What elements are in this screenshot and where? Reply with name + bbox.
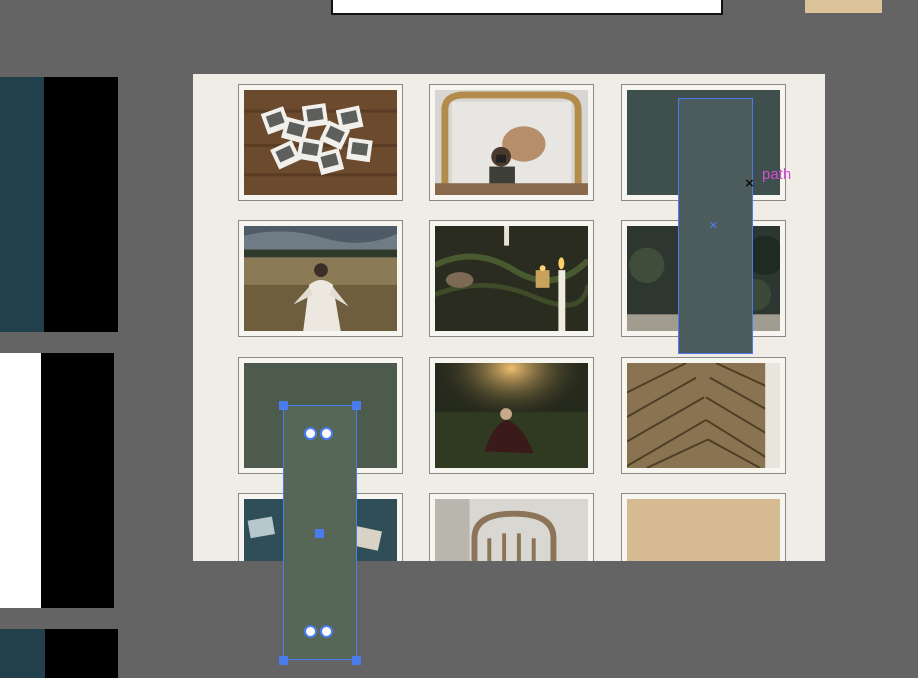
- tile-mirror[interactable]: [429, 84, 594, 201]
- tile-rattan[interactable]: [429, 493, 594, 561]
- corner-radius-handle-br[interactable]: [320, 625, 333, 638]
- corner-radius-handle-bl[interactable]: [304, 625, 317, 638]
- left-swatch-white-2[interactable]: [0, 353, 41, 608]
- left-swatch-black-2[interactable]: [41, 353, 114, 608]
- polaroids-on-wood-photo[interactable]: [244, 90, 397, 195]
- resize-handle-top-right[interactable]: [352, 401, 361, 410]
- resize-handle-top-left[interactable]: [279, 401, 288, 410]
- left-swatch-teal-3[interactable]: [0, 629, 45, 678]
- left-swatch-teal-1[interactable]: [0, 77, 44, 332]
- tan-swatch-top[interactable]: [805, 0, 882, 13]
- left-swatch-black-1[interactable]: [44, 77, 118, 332]
- woman-in-field-photo[interactable]: [244, 226, 397, 331]
- corner-radius-handle-tl[interactable]: [304, 427, 317, 440]
- corner-radius-handle-tr[interactable]: [320, 427, 333, 440]
- tile-sunset[interactable]: [429, 357, 594, 474]
- resize-handle-bottom-right[interactable]: [352, 656, 361, 665]
- tile-field[interactable]: [238, 220, 403, 337]
- woman-sunset-photo[interactable]: [435, 363, 588, 468]
- cursor-x-icon: ×: [745, 175, 754, 192]
- tan-color-block[interactable]: [627, 499, 780, 561]
- center-handle[interactable]: [315, 529, 324, 538]
- tile-tan[interactable]: [621, 493, 786, 561]
- tile-candle-table[interactable]: [429, 220, 594, 337]
- center-point-icon: ×: [709, 217, 718, 234]
- top-white-frame[interactable]: [331, 0, 723, 15]
- tile-chevron[interactable]: [621, 357, 786, 474]
- candle-table-photo[interactable]: [435, 226, 588, 331]
- path-hover-label: path: [762, 166, 792, 183]
- chevron-wood-photo[interactable]: [627, 363, 780, 468]
- mirror-selfie-photo[interactable]: [435, 90, 588, 195]
- resize-handle-bottom-left[interactable]: [279, 656, 288, 665]
- rattan-chair-photo[interactable]: [435, 499, 588, 561]
- left-swatch-black-3[interactable]: [45, 629, 118, 678]
- tile-polaroids[interactable]: [238, 84, 403, 201]
